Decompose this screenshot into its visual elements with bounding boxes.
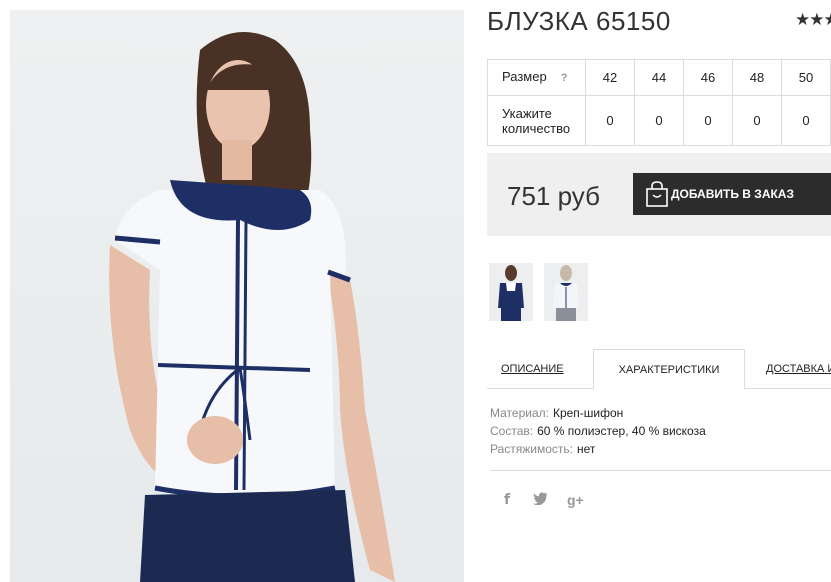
add-to-order-label: ДОБАВИТЬ В ЗАКАЗ	[671, 187, 794, 201]
quantity-input-42[interactable]: 0	[585, 95, 635, 146]
thumbnail-2[interactable]	[544, 263, 588, 321]
add-to-order-button[interactable]: ДОБАВИТЬ В ЗАКАЗ	[633, 173, 831, 215]
tab-delivery[interactable]: ДОСТАВКА И	[766, 349, 831, 389]
size-label-cell: Размер?	[487, 59, 586, 96]
characteristics-list: Материал: Креп-шифон Состав: 60 % полиэсте…	[490, 404, 706, 458]
spec-row-material: Материал: Креп-шифон	[490, 404, 706, 422]
spec-value: 60 % полиэстер, 40 % вискоза	[537, 424, 706, 438]
spec-key: Состав:	[490, 424, 534, 438]
price-panel: 751 руб ДОБАВИТЬ В ЗАКАЗ	[487, 153, 831, 236]
spec-row-composition: Состав: 60 % полиэстер, 40 % вискоза	[490, 422, 706, 440]
product-tabs: ОПИСАНИЕ ХАРАКТЕРИСТИКИ ДОСТАВКА И	[487, 349, 831, 390]
quantity-input-48[interactable]: 0	[732, 95, 782, 146]
facebook-icon[interactable]: f	[504, 492, 510, 508]
quantity-input-46[interactable]: 0	[683, 95, 733, 146]
section-divider	[490, 470, 831, 471]
size-quantity-table: Размер? 42 44 46 48 50 Укажите количеств…	[487, 59, 831, 146]
shopping-bag-icon	[646, 181, 668, 207]
spec-key: Материал:	[490, 406, 549, 420]
size-help-icon[interactable]: ?	[561, 72, 568, 84]
price-value: 751 руб	[507, 181, 600, 211]
thumbnail-1[interactable]	[489, 263, 533, 321]
rating-stars[interactable]: ★★★	[795, 10, 831, 30]
size-cell-46: 46	[683, 59, 733, 96]
quantity-input-50[interactable]: 0	[781, 95, 831, 146]
tab-characteristics[interactable]: ХАРАКТЕРИСТИКИ	[593, 349, 745, 390]
spec-row-stretch: Растяжимость: нет	[490, 440, 706, 458]
spec-value: Креп-шифон	[552, 406, 624, 420]
size-cell-42: 42	[585, 59, 635, 96]
size-cell-50: 50	[781, 59, 831, 96]
twitter-bird-icon	[533, 492, 548, 506]
quantity-label: Укажите количество	[487, 95, 586, 146]
size-cell-48: 48	[732, 59, 782, 96]
product-title: БЛУЗКА 65150	[487, 6, 671, 36]
size-cell-44: 44	[634, 59, 684, 96]
product-main-image[interactable]	[10, 10, 464, 582]
google-plus-icon[interactable]: g+	[567, 492, 584, 508]
spec-value: нет	[577, 442, 596, 456]
spec-key: Растяжимость:	[490, 442, 574, 456]
size-label: Размер	[502, 69, 547, 84]
quantity-input-44[interactable]: 0	[634, 95, 684, 146]
tab-description[interactable]: ОПИСАНИЕ	[501, 349, 601, 389]
twitter-icon[interactable]	[533, 492, 548, 508]
